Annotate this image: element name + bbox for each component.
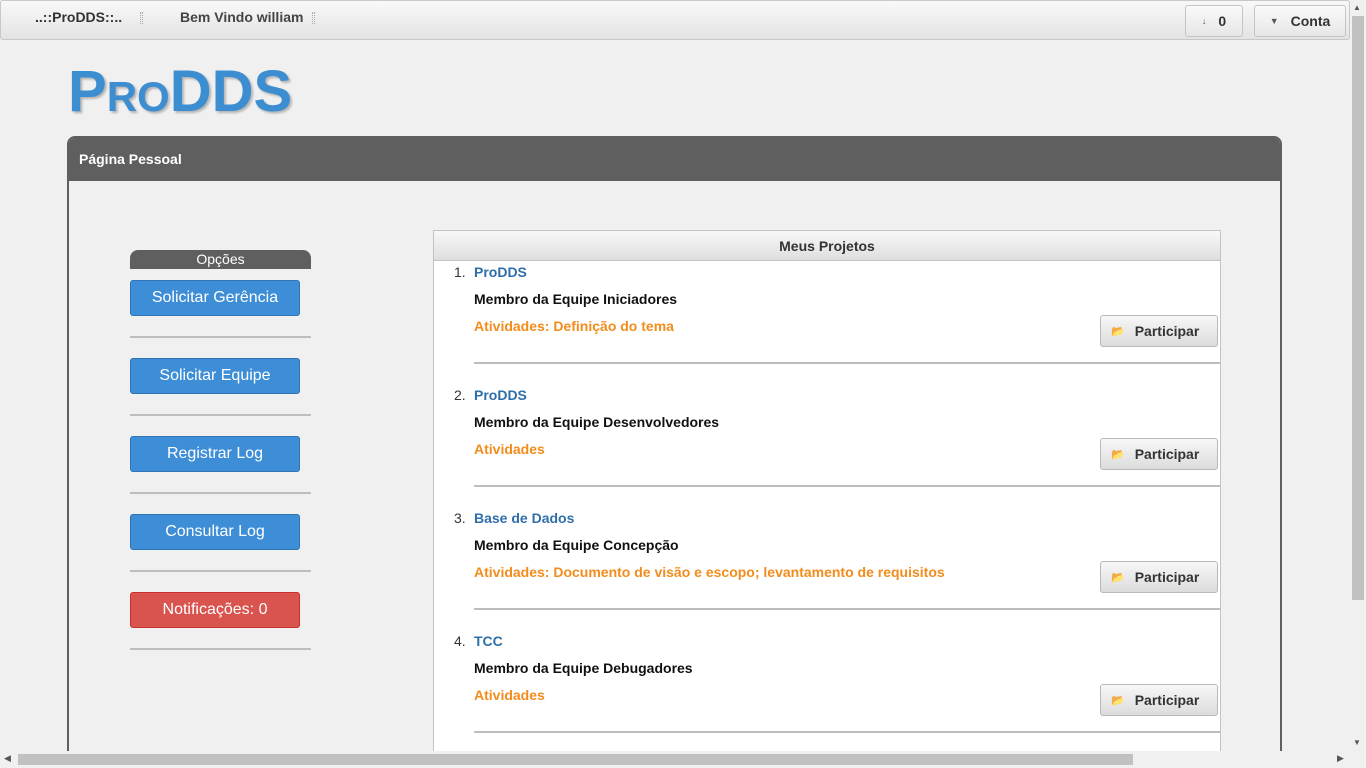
folder-open-icon: 📂 <box>1111 694 1125 707</box>
scroll-left-icon[interactable]: ◀ <box>4 753 11 764</box>
activities-link[interactable]: Atividades: Documento de visão e escopo;… <box>474 564 945 580</box>
scroll-up-icon[interactable]: ▲ <box>1353 3 1361 12</box>
welcome-text: Bem Vindo william <box>180 9 304 25</box>
navbar-divider <box>140 12 143 24</box>
horizontal-scroll-thumb[interactable] <box>18 754 1133 765</box>
consult-log-button[interactable]: Consultar Log <box>130 514 300 550</box>
vertical-scrollbar[interactable]: ▲ ▼ <box>1350 0 1366 751</box>
top-navbar: ..::ProDDS::.. Bem Vindo william ↓ 0 ▼ C… <box>0 0 1350 40</box>
vertical-scroll-thumb[interactable] <box>1352 16 1364 600</box>
project-item: 1. ProDDS Membro da Equipe Iniciadores A… <box>434 261 1220 384</box>
scroll-right-icon[interactable]: ▶ <box>1337 753 1344 764</box>
participate-button[interactable]: 📂 Participar <box>1100 315 1218 347</box>
team-membership: Membro da Equipe Debugadores <box>474 660 693 676</box>
project-name-link[interactable]: Base de Dados <box>474 510 574 526</box>
item-number: 3. <box>454 510 466 526</box>
my-projects-list: Meus Projetos 1. ProDDS Membro da Equipe… <box>433 230 1221 768</box>
project-name-link[interactable]: ProDDS <box>474 387 527 403</box>
divider <box>474 362 1220 364</box>
panel-title: Página Pessoal <box>69 138 1280 181</box>
folder-open-icon: 📂 <box>1111 448 1125 461</box>
options-menu: Opções Solicitar Gerência Solicitar Equi… <box>130 250 311 650</box>
divider <box>130 492 311 494</box>
scrollbar-corner <box>1350 751 1366 768</box>
project-name-link[interactable]: ProDDS <box>474 264 527 280</box>
divider <box>474 731 1220 733</box>
project-item: 2. ProDDS Membro da Equipe Desenvolvedor… <box>434 384 1220 507</box>
project-name-link[interactable]: TCC <box>474 633 503 649</box>
team-membership: Membro da Equipe Iniciadores <box>474 291 678 307</box>
request-management-button[interactable]: Solicitar Gerência <box>130 280 300 316</box>
arrow-down-icon: ↓ <box>1201 16 1207 26</box>
participate-button[interactable]: 📂 Participar <box>1100 438 1218 470</box>
divider <box>130 648 311 650</box>
download-count: 0 <box>1218 13 1227 29</box>
project-item: 3. Base de Dados Membro da Equipe Concep… <box>434 507 1220 630</box>
divider <box>130 336 311 338</box>
navbar-divider <box>312 12 315 24</box>
activities-link[interactable]: Atividades: Definição do tema <box>474 318 674 334</box>
project-item: 4. TCC Membro da Equipe Debugadores Ativ… <box>434 630 1220 753</box>
team-membership: Membro da Equipe Concepção <box>474 537 679 553</box>
item-number: 4. <box>454 633 466 649</box>
folder-open-icon: 📂 <box>1111 325 1125 338</box>
request-team-button[interactable]: Solicitar Equipe <box>130 358 300 394</box>
divider <box>130 414 311 416</box>
horizontal-scrollbar[interactable]: ◀ ▶ <box>0 751 1350 768</box>
personal-page-panel: Página Pessoal Opções Solicitar Gerência… <box>67 136 1282 768</box>
notifications-button[interactable]: Notificações: 0 <box>130 592 300 628</box>
activities-link[interactable]: Atividades <box>474 687 545 703</box>
register-log-button[interactable]: Registrar Log <box>130 436 300 472</box>
navbar-brand[interactable]: ..::ProDDS::.. <box>35 9 122 25</box>
item-number: 2. <box>454 387 466 403</box>
participate-button[interactable]: 📂 Participar <box>1100 561 1218 593</box>
proddds-logo: PRODDS <box>68 59 293 124</box>
download-button[interactable]: ↓ 0 <box>1185 5 1243 37</box>
account-label: Conta <box>1290 13 1331 29</box>
options-title: Opções <box>130 250 311 269</box>
folder-open-icon: 📂 <box>1111 571 1125 584</box>
participate-button[interactable]: 📂 Participar <box>1100 684 1218 716</box>
team-membership: Membro da Equipe Desenvolvedores <box>474 414 720 430</box>
projects-title: Meus Projetos <box>434 231 1220 261</box>
divider <box>474 608 1220 610</box>
divider <box>130 570 311 572</box>
divider <box>474 485 1220 487</box>
scroll-down-icon[interactable]: ▼ <box>1353 738 1361 747</box>
activities-link[interactable]: Atividades <box>474 441 545 457</box>
item-number: 1. <box>454 264 466 280</box>
account-menu-button[interactable]: ▼ Conta <box>1254 5 1346 37</box>
caret-down-icon: ▼ <box>1269 16 1279 26</box>
